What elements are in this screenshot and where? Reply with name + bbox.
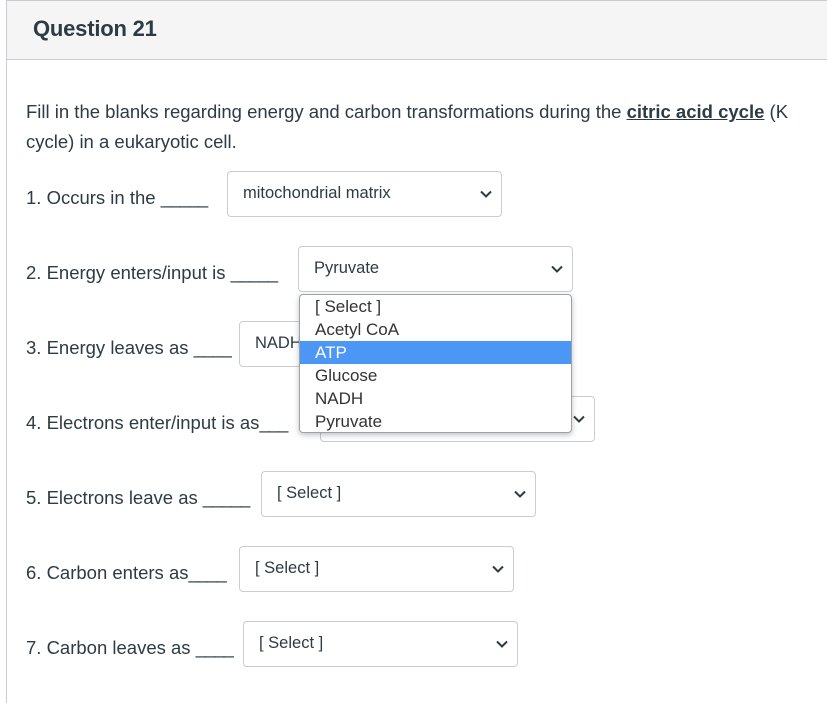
row-3-label: 3. Energy leaves as ____ xyxy=(26,337,232,358)
row-1-label: 1. Occurs in the _____ xyxy=(26,187,208,208)
chevron-down-icon xyxy=(496,640,508,648)
prompt-text-line2: cycle) in a eukaryotic cell. xyxy=(26,131,237,152)
dropdown-option[interactable]: Pyruvate xyxy=(300,410,571,432)
question-title: Question 21 xyxy=(33,16,157,41)
select-value: [ Select ] xyxy=(255,559,320,577)
select-value: Pyruvate xyxy=(314,259,380,277)
select-value: mitochondrial matrix xyxy=(243,184,391,202)
chevron-down-icon xyxy=(492,565,504,573)
chevron-down-icon xyxy=(514,490,526,498)
row-5-label: 5. Electrons leave as _____ xyxy=(26,487,250,508)
chevron-down-icon xyxy=(480,190,492,198)
dropdown-option[interactable]: Acetyl CoA xyxy=(300,318,571,341)
dropdown-option[interactable]: Glucose xyxy=(300,364,571,387)
select-value: [ Select ] xyxy=(277,484,342,502)
select-value: NADH xyxy=(255,334,302,352)
answer-select-1[interactable]: mitochondrial matrix xyxy=(227,171,502,217)
prompt-text: Fill in the blanks regarding energy and … xyxy=(26,101,627,122)
question-header: Question 21 xyxy=(7,1,827,60)
chevron-down-icon xyxy=(551,265,563,273)
row-7-label: 7. Carbon leaves as ____ xyxy=(26,637,234,658)
select-value: [ Select ] xyxy=(259,634,324,652)
answer-select-2[interactable]: Pyruvate xyxy=(298,246,573,292)
row-6-label: 6. Carbon enters as____ xyxy=(26,562,227,583)
select-2-dropdown-list[interactable]: [ Select ] Acetyl CoA ATP Glucose NADH P… xyxy=(299,294,572,433)
question-prompt: Fill in the blanks regarding energy and … xyxy=(26,97,827,157)
dropdown-option[interactable]: [ Select ] xyxy=(300,295,571,318)
citric-acid-cycle-link[interactable]: citric acid cycle xyxy=(627,101,765,122)
dropdown-option-highlighted[interactable]: ATP xyxy=(300,341,571,364)
answer-select-6[interactable]: [ Select ] xyxy=(239,546,514,592)
prompt-text-cont: (K xyxy=(764,101,789,122)
answer-select-5[interactable]: [ Select ] xyxy=(261,471,536,517)
dropdown-option[interactable]: NADH xyxy=(300,387,571,410)
answer-select-7[interactable]: [ Select ] xyxy=(243,621,518,667)
row-2-label: 2. Energy enters/input is _____ xyxy=(26,262,278,283)
row-4-label: 4. Electrons enter/input is as___ xyxy=(26,412,288,433)
chevron-down-icon xyxy=(573,415,585,423)
